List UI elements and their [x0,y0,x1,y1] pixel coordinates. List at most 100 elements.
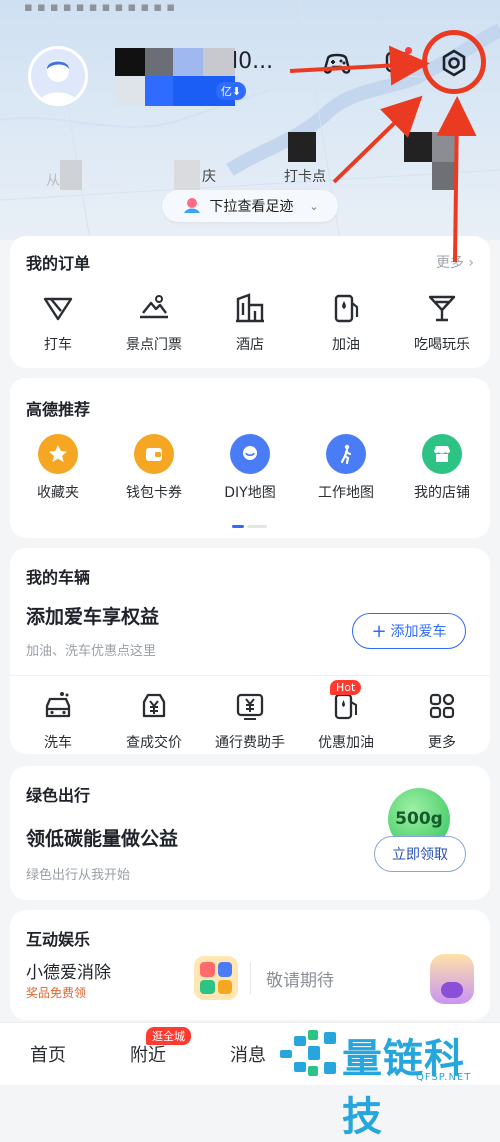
claim-label: 立即领取 [392,847,448,863]
stat-label-3: 打卡点 [284,169,326,185]
car-wash-icon [40,688,76,724]
add-car-label: 添加爱车 [390,624,447,640]
recommend-card: 高德推荐 收藏夹 钱包卡券 DIY地图 工作地图 我的店铺 [10,378,490,538]
hot-badge: Hot [330,680,362,695]
wallet-icon [134,434,174,474]
recommend-title: 高德推荐 [26,400,91,419]
fuel-icon [328,290,364,326]
green-travel-card: 绿色出行 领低碳能量做公益 绿色出行从我开始 500g 立即领取 [10,766,490,900]
cocktail-icon [424,290,460,326]
toll-icon [232,688,268,724]
coming-soon-text: 敬请期待 [266,971,334,991]
vehicle-subline: 加油、洗车优惠点这里 [26,644,157,659]
recommend-work-map[interactable]: 工作地图 [298,434,394,502]
green-headline: 领低碳能量做公益 [26,828,179,850]
vehicle-price-check[interactable]: 查成交价 [106,688,202,752]
recommend-favorites-label: 收藏夹 [37,485,79,501]
add-car-button[interactable]: + 添加爱车 [352,613,466,649]
fuel-discount-label: 优惠加油 [318,735,374,751]
price-tag-icon [136,688,172,724]
stat-label-2: 庆 [202,169,216,185]
price-check-label: 查成交价 [126,735,182,751]
tab-messages[interactable]: 消息 [230,1041,266,1067]
profile-header: ▪ ▪ ▪ ▪ ▪ ▪ ▪ ▪ ▪ ▪ ▪ ▪ l0... 亿 ⬇ 从 庆 打卡… [0,0,500,240]
tab-home[interactable]: 首页 [30,1041,66,1067]
vehicle-more-label: 更多 [428,735,456,751]
walking-icon [326,434,366,474]
message-icon[interactable] [378,44,416,82]
page-indicator [232,525,267,528]
orders-more-link[interactable]: 更多 › [436,252,474,272]
username-redacted [115,48,235,106]
energy-value: 500g [395,809,443,829]
stats-redacted [60,132,456,190]
vehicle-card: 我的车辆 添加爱车享权益 加油、洗车优惠点这里 + 添加爱车 洗车 查成交价 通… [10,548,490,754]
stats-row: 从 庆 打卡点 [0,132,500,192]
order-hotel[interactable]: 酒店 [202,290,298,354]
game-title: 小德爱消除 [26,963,111,983]
plus-icon: + [371,620,387,642]
recommend-favorites[interactable]: 收藏夹 [10,434,106,502]
vehicle-title: 我的车辆 [26,568,91,587]
location-icon [230,434,270,474]
vehicle-car-wash[interactable]: 洗车 [10,688,106,752]
download-icon: ⬇ [231,84,242,98]
pull-text: 下拉查看足迹 [209,199,294,215]
order-food-fun[interactable]: 吃喝玩乐 [394,290,490,354]
avatar[interactable] [28,46,88,106]
recommend-wallet-label: 钱包卡券 [126,485,182,501]
car-wash-label: 洗车 [44,735,72,751]
nearby-badge: 逛全城 [146,1027,191,1045]
scenic-ticket-icon [136,290,172,326]
order-scenic-ticket[interactable]: 景点门票 [106,290,202,354]
vehicle-grid: 洗车 查成交价 通行费助手 Hot 优惠加油 更多 [10,680,490,752]
recommend-grid: 收藏夹 钱包卡券 DIY地图 工作地图 我的店铺 [10,434,490,502]
entertainment-title: 互动娱乐 [26,930,91,949]
watermark-brand: 量链科技 [342,1036,465,1140]
level-badge-text: 亿 [220,85,232,98]
hotel-icon [232,290,268,326]
recommend-diy-label: DIY地图 [224,485,276,501]
claim-energy-button[interactable]: 立即领取 [374,836,466,872]
order-scenic-label: 景点门票 [126,337,182,353]
recommend-diy-map[interactable]: DIY地图 [202,434,298,502]
order-food-label: 吃喝玩乐 [414,337,470,353]
default-avatar-icon [39,60,77,103]
recommend-shop-label: 我的店铺 [414,485,470,501]
recommend-work-label: 工作地图 [318,485,374,501]
vehicle-more[interactable]: 更多 [394,688,490,752]
order-taxi-label: 打车 [44,337,72,353]
mascot-icon [430,954,474,1004]
chevron-down-icon: ⌄ [309,199,319,213]
entertainment-divider [250,962,251,994]
order-taxi[interactable]: 打车 [10,290,106,354]
toll-label: 通行费助手 [215,735,285,751]
orders-title: 我的订单 [26,254,91,273]
vehicle-toll-helper[interactable]: 通行费助手 [202,688,298,752]
vehicle-divider [10,675,490,676]
game-subtitle: 奖品免费领 [26,986,87,1000]
watermark-url: QFSP.NET [416,1072,472,1083]
vehicle-headline: 添加爱车享权益 [26,606,160,628]
order-hotel-label: 酒店 [236,337,264,353]
pull-to-view-footprint[interactable]: 下拉查看足迹 ⌄ [162,190,338,222]
orders-grid: 打车 景点门票 酒店 加油 吃喝玩乐 [10,290,490,354]
shop-icon [422,434,462,474]
entertainment-card: 互动娱乐 小德爱消除 奖品免费领 敬请期待 [10,910,490,1020]
game-controller-icon[interactable] [318,44,356,82]
recommend-wallet[interactable]: 钱包卡券 [106,434,202,502]
orders-card: 我的订单 更多 › 打车 景点门票 酒店 加油 吃喝玩乐 [10,236,490,368]
vehicle-fuel-discount[interactable]: Hot 优惠加油 [298,680,394,752]
status-bar: ▪ ▪ ▪ ▪ ▪ ▪ ▪ ▪ ▪ ▪ ▪ ▪ [24,0,176,15]
grid-icon [424,688,460,724]
game-tile[interactable]: 小德爱消除 奖品免费领 [26,956,246,1006]
order-fuel[interactable]: 加油 [298,290,394,354]
green-subline: 绿色出行从我开始 [26,868,131,883]
order-fuel-label: 加油 [332,337,360,353]
username-text: l0... [232,49,274,74]
recommend-my-shop[interactable]: 我的店铺 [394,434,490,502]
settings-highlight-ring [422,30,486,94]
star-icon [38,434,78,474]
level-badge: 亿 ⬇ [216,82,246,100]
stat-label-1: 从 [46,173,60,189]
